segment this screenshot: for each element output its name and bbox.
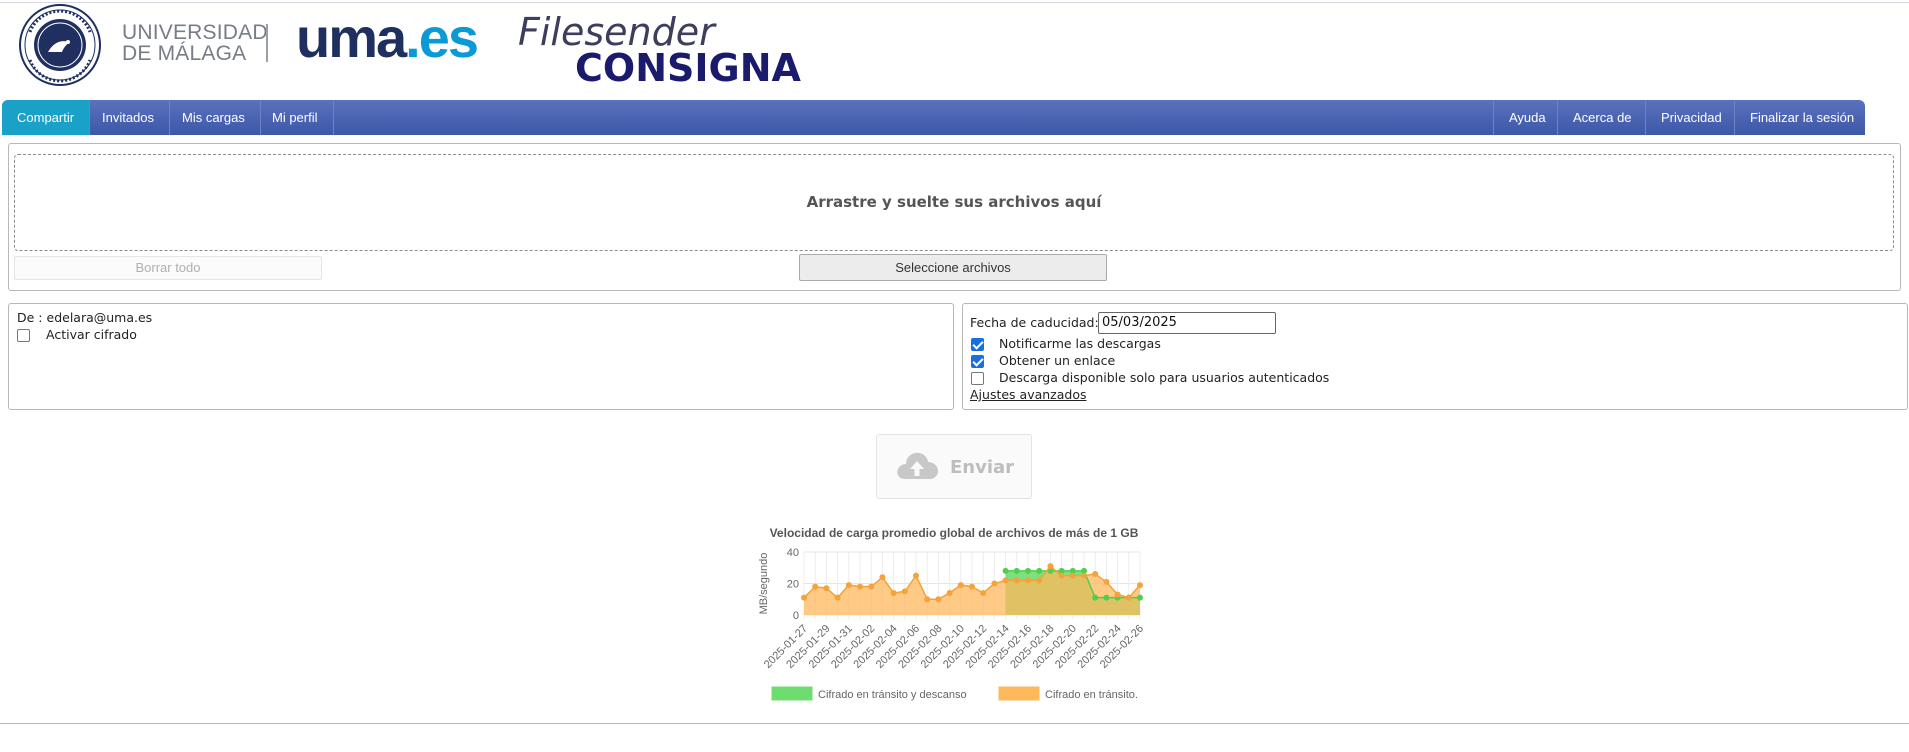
data-point	[1092, 594, 1099, 601]
nav-mis-cargas[interactable]: Mis cargas	[167, 100, 261, 135]
legend-label: Cifrado en tránsito.	[1045, 689, 1138, 701]
y-tick-label: 40	[787, 547, 799, 559]
nav-privacidad[interactable]: Privacidad	[1645, 100, 1737, 135]
nav-acerca-de[interactable]: Acerca de	[1557, 100, 1647, 135]
data-point	[845, 582, 852, 589]
uma-logo-part1: uma	[296, 6, 407, 69]
data-point	[1002, 577, 1009, 584]
data-point	[823, 585, 830, 592]
nav-invitados[interactable]: Invitados	[87, 100, 171, 135]
data-point	[1125, 594, 1132, 601]
advanced-settings-link[interactable]: Ajustes avanzados	[970, 387, 1087, 402]
data-point	[980, 589, 987, 596]
y-tick-label: 0	[793, 610, 799, 622]
from-value: edelara@uma.es	[46, 310, 153, 325]
chart-plot: 02040MB/segundo2025-01-272025-01-292025-…	[758, 547, 1146, 701]
legend-label: Cifrado en tránsito y descanso	[818, 689, 967, 701]
data-point	[991, 580, 998, 587]
nav-mi-perfil[interactable]: Mi perfil	[257, 100, 334, 135]
encrypt-checkbox[interactable]	[17, 329, 30, 342]
header: UNIVERSIDAD DE MÁLAGA uma.es Filesender …	[0, 0, 1909, 100]
data-point	[834, 594, 841, 601]
data-point	[1013, 577, 1020, 584]
data-point	[812, 583, 819, 590]
app-subtitle: CONSIGNA	[575, 46, 801, 90]
data-point	[901, 588, 908, 595]
data-point	[1025, 577, 1031, 584]
data-point	[1103, 594, 1110, 601]
notify-downloads-checkbox[interactable]	[971, 338, 984, 351]
y-tick-label: 20	[787, 579, 799, 591]
upload-speed-chart: Velocidad de carga promedio global de ar…	[752, 520, 1152, 720]
data-point	[1081, 572, 1087, 579]
expiry-label: Fecha de caducidad:	[970, 315, 1099, 330]
university-name: UNIVERSIDAD DE MÁLAGA	[122, 22, 268, 64]
from-label: De :	[17, 310, 43, 325]
y-axis-label: MB/segundo	[758, 553, 770, 615]
data-point	[1092, 571, 1099, 578]
nav-compartir[interactable]: Compartir	[2, 100, 91, 135]
data-point	[879, 574, 886, 581]
get-link-checkbox[interactable]	[971, 355, 984, 368]
data-point	[1036, 577, 1043, 584]
encrypt-label: Activar cifrado	[46, 327, 137, 342]
select-files-button[interactable]: Seleccione archivos	[799, 254, 1107, 281]
data-point	[1058, 572, 1065, 579]
data-point	[1047, 563, 1054, 570]
data-point	[969, 583, 975, 590]
clear-all-button[interactable]: Borrar todo	[14, 256, 322, 280]
data-point	[946, 589, 953, 596]
data-point	[890, 589, 897, 596]
data-point	[913, 572, 919, 579]
data-point	[1137, 594, 1143, 601]
data-point	[924, 596, 931, 603]
data-point	[1114, 591, 1121, 598]
legend-swatch	[771, 686, 813, 701]
get-link-label: Obtener un enlace	[999, 353, 1116, 368]
send-button-label: Enviar	[950, 457, 1015, 478]
cloud-upload-icon	[897, 452, 938, 479]
legend-swatch	[998, 686, 1040, 701]
nav-ayuda[interactable]: Ayuda	[1493, 100, 1561, 135]
from-row: De : edelara@uma.es	[17, 310, 152, 325]
data-point	[1002, 567, 1009, 574]
data-point	[1103, 578, 1110, 585]
auth-only-checkbox[interactable]	[971, 372, 984, 385]
notify-downloads-label: Notificarme las descargas	[999, 336, 1161, 351]
drop-zone-text: Arrastre y suelte sus archivos aquí	[806, 193, 1102, 211]
data-point	[935, 596, 942, 603]
data-point	[1137, 582, 1143, 589]
uma-logo-part2: .es	[405, 6, 479, 69]
university-seal-icon	[19, 4, 101, 86]
data-point	[1069, 572, 1076, 579]
data-point	[1036, 567, 1043, 574]
university-name-line1: UNIVERSIDAD	[122, 21, 268, 44]
data-point	[957, 582, 964, 589]
bottom-border	[0, 723, 1909, 724]
nav-finalizar-sesion[interactable]: Finalizar la sesión	[1734, 100, 1869, 135]
logo-divider	[266, 24, 268, 62]
data-point	[868, 583, 875, 590]
data-point	[1025, 567, 1031, 574]
expiry-date-input[interactable]: 05/03/2025	[1098, 312, 1276, 334]
data-point	[801, 594, 807, 601]
send-button[interactable]: Enviar	[876, 434, 1032, 499]
university-name-line2: DE MÁLAGA	[122, 42, 247, 65]
uma-logo: uma.es	[296, 6, 479, 69]
auth-only-label: Descarga disponible solo para usuarios a…	[999, 370, 1330, 385]
file-drop-zone[interactable]: Arrastre y suelte sus archivos aquí	[14, 154, 1894, 251]
data-point	[1013, 567, 1020, 574]
main-nav: Compartir Invitados Mis cargas Mi perfil…	[2, 100, 1865, 135]
data-point	[857, 583, 863, 590]
